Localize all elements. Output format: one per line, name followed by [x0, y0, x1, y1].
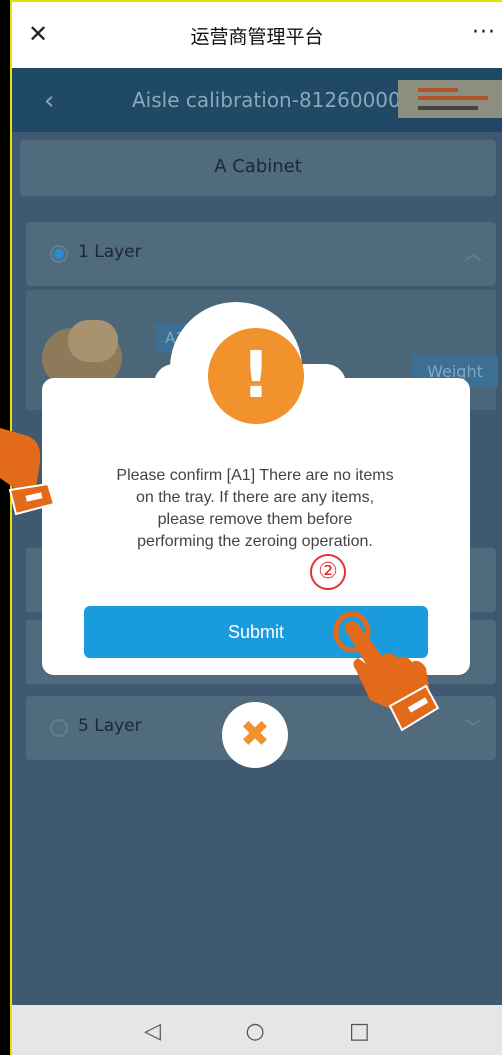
brand-badge-image [398, 80, 502, 118]
layer-item-1[interactable]: 1 Layer ︿ [26, 222, 496, 286]
close-icon[interactable]: ✕ [28, 22, 48, 46]
nav-back-icon[interactable]: ◁ [144, 1019, 161, 1044]
dialog-message-line: please remove them before [157, 511, 353, 528]
app-header: ‹ Aisle calibration-81260000 [12, 68, 502, 132]
chevron-down-icon[interactable]: ﹀ [464, 714, 482, 740]
nav-recent-icon[interactable]: □ [349, 1019, 370, 1044]
dialog-message-line: performing the zeroing operation. [137, 533, 373, 550]
wechat-title: 运营商管理平台 [190, 25, 324, 48]
layer-label-5: 5 Layer [78, 716, 142, 736]
dialog-message-line: on the tray. If there are any items, [135, 489, 375, 506]
dialog-message: Please confirm [A1] There are no items o… [70, 465, 440, 553]
layer-radio-1[interactable] [50, 245, 68, 263]
pointing-hand-left-icon [0, 428, 56, 516]
dialog-message-line: Please confirm [A1] There are no items [116, 467, 394, 484]
pointing-hand-icon [333, 611, 440, 732]
android-nav-bar: ◁ ○ □ [12, 1005, 502, 1055]
screenshot-frame: ✕ 运营商管理平台 ··· ‹ Aisle calibration-812600… [0, 0, 502, 1055]
dialog-close-icon[interactable]: ✖ [222, 702, 288, 768]
cabinet-card: A Cabinet [20, 140, 496, 196]
chevron-up-icon[interactable]: ︿ [464, 240, 482, 266]
warning-icon: ! [208, 328, 304, 424]
step-marker: ② [310, 554, 346, 590]
wechat-top-bar: ✕ 运营商管理平台 ··· [12, 2, 502, 68]
back-icon[interactable]: ‹ [44, 86, 54, 116]
page-title: Aisle calibration-81260000 [132, 88, 401, 112]
nav-home-icon[interactable]: ○ [245, 1019, 264, 1044]
layer-label-1: 1 Layer [78, 242, 142, 262]
cabinet-label: A Cabinet [214, 156, 302, 177]
more-icon[interactable]: ··· [472, 20, 496, 45]
layer-radio-5[interactable] [50, 719, 68, 737]
product-image-detail [68, 320, 118, 362]
